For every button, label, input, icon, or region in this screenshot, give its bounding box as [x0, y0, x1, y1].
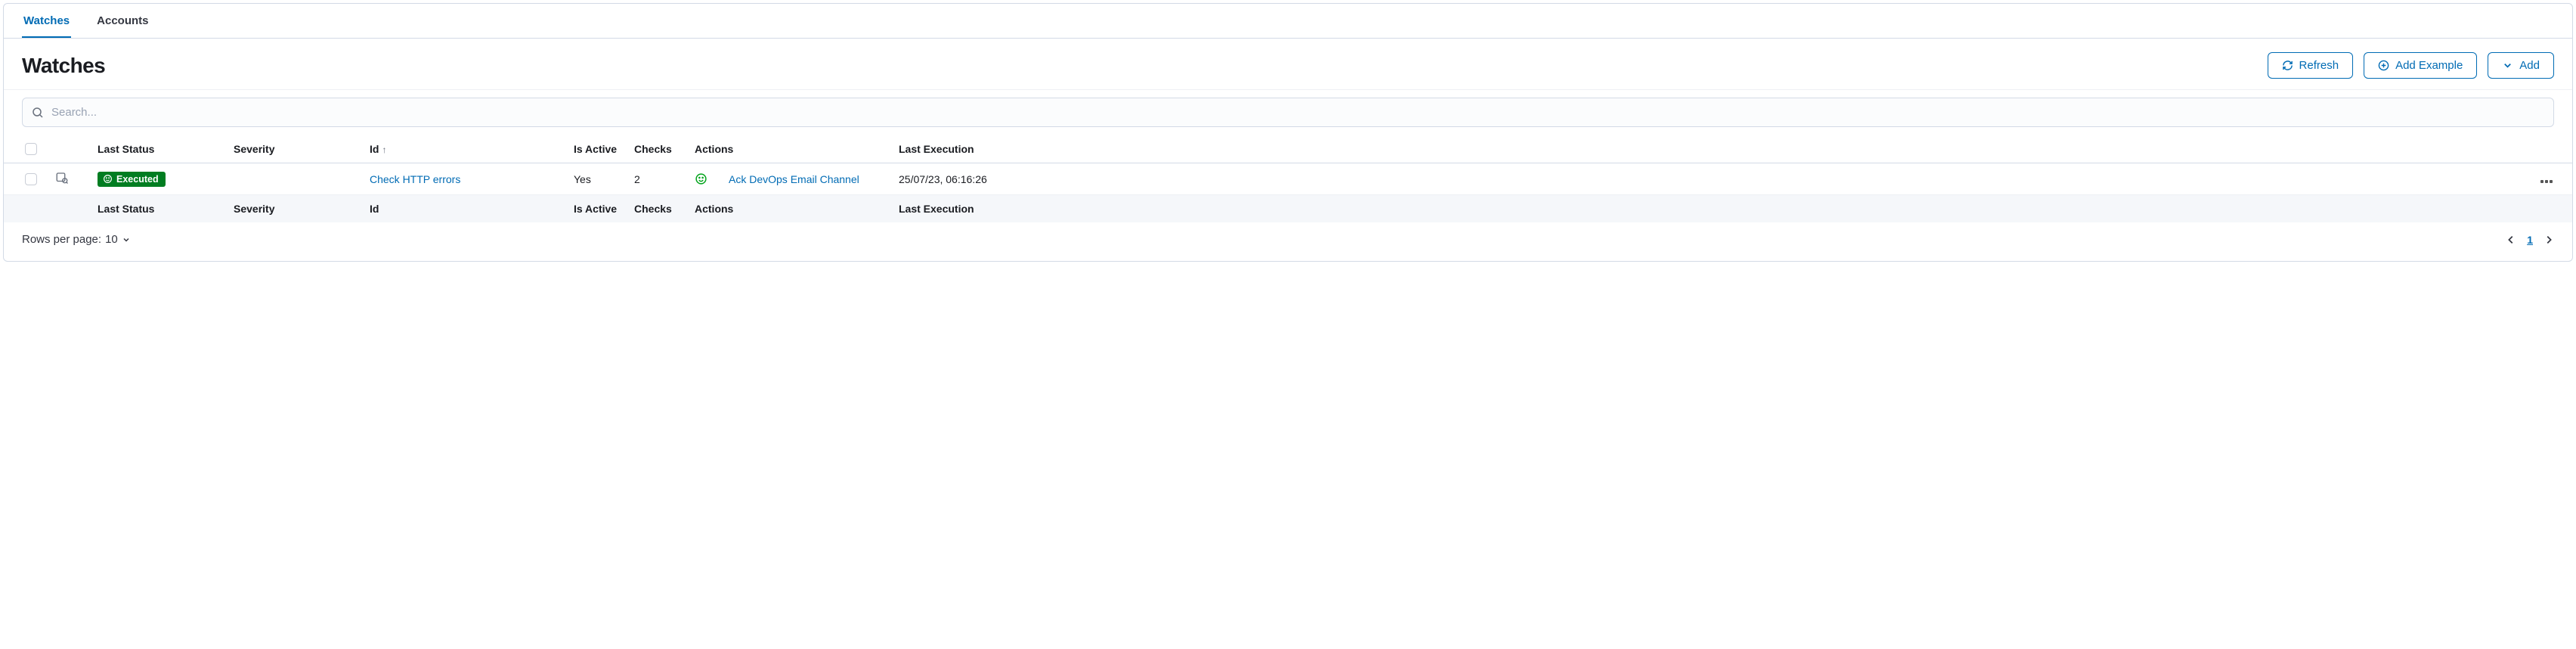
col-actions[interactable]: Actions [689, 135, 893, 163]
action-status-icon [695, 172, 707, 185]
col-last-execution[interactable]: Last Execution [893, 135, 2527, 163]
prev-page-button[interactable] [2506, 234, 2516, 245]
severity-cell [228, 163, 364, 195]
page-header: Watches Refresh Add Example Add [4, 39, 2572, 90]
status-text: Executed [116, 174, 159, 185]
tab-bar: Watches Accounts [4, 4, 2572, 39]
header-actions: Refresh Add Example Add [2268, 52, 2554, 79]
last-execution-cell: 25/07/23, 06:16:26 [893, 163, 2527, 195]
smile-icon [103, 174, 113, 184]
col-is-active[interactable]: Is Active [568, 135, 628, 163]
foot-id: Id [364, 195, 568, 223]
rows-per-page[interactable]: Rows per page: 10 [22, 233, 131, 246]
col-severity[interactable]: Severity [228, 135, 364, 163]
tab-accounts[interactable]: Accounts [95, 4, 150, 38]
refresh-icon [2282, 60, 2293, 71]
foot-checks: Checks [628, 195, 689, 223]
col-id[interactable]: Id↑ [364, 135, 568, 163]
select-all-checkbox[interactable] [25, 143, 37, 155]
expand-icon[interactable] [55, 175, 69, 187]
foot-actions: Actions [689, 195, 893, 223]
refresh-button[interactable]: Refresh [2268, 52, 2354, 79]
chevron-down-icon [2502, 60, 2513, 71]
row-menu-icon[interactable] [2540, 173, 2553, 185]
next-page-button[interactable] [2543, 234, 2554, 245]
table-footer: Rows per page: 10 1 [4, 222, 2572, 249]
row-checkbox[interactable] [25, 173, 37, 185]
foot-last-status: Last Status [91, 195, 228, 223]
status-badge: Executed [98, 172, 166, 187]
page-title: Watches [22, 54, 105, 78]
plus-circle-icon [2378, 60, 2389, 71]
chevron-down-icon [122, 235, 131, 244]
search-input[interactable] [51, 106, 2544, 119]
add-label: Add [2519, 59, 2540, 72]
sort-asc-icon: ↑ [382, 144, 386, 155]
foot-is-active: Is Active [568, 195, 628, 223]
tab-watches[interactable]: Watches [22, 4, 71, 38]
refresh-label: Refresh [2299, 59, 2339, 72]
add-button[interactable]: Add [2488, 52, 2554, 79]
watches-table: Last Status Severity Id↑ Is Active Check… [4, 135, 2572, 222]
col-id-label: Id [370, 143, 379, 155]
rows-per-page-label: Rows per page: [22, 233, 101, 246]
search-box[interactable] [22, 98, 2554, 127]
page-number[interactable]: 1 [2527, 234, 2533, 246]
rows-per-page-value: 10 [105, 233, 118, 246]
col-last-status[interactable]: Last Status [91, 135, 228, 163]
col-checks[interactable]: Checks [628, 135, 689, 163]
table-row: Executed Check HTTP errors Yes 2 Ack Dev… [4, 163, 2572, 195]
watch-id-link[interactable]: Check HTTP errors [370, 173, 460, 185]
foot-last-exec: Last Execution [893, 195, 2527, 223]
search-icon [32, 107, 44, 119]
pager: 1 [2506, 234, 2554, 246]
is-active-cell: Yes [568, 163, 628, 195]
add-example-label: Add Example [2395, 59, 2463, 72]
action-link[interactable]: Ack DevOps Email Channel [729, 173, 859, 185]
foot-severity: Severity [228, 195, 364, 223]
add-example-button[interactable]: Add Example [2364, 52, 2477, 79]
checks-cell: 2 [628, 163, 689, 195]
